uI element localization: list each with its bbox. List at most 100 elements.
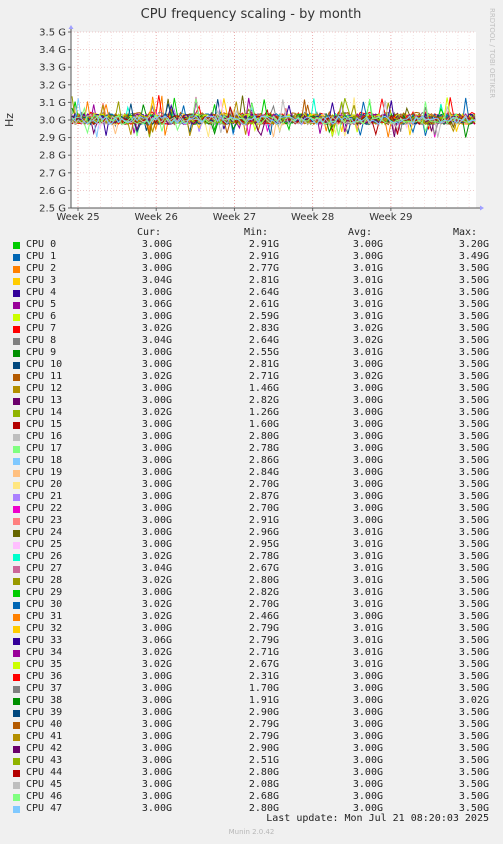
legend-min-value: 2.79G	[248, 731, 279, 742]
legend-max-value: 3.50G	[458, 443, 489, 454]
legend-min-value: 2.51G	[248, 755, 279, 766]
legend-min-value: 2.84G	[248, 467, 279, 478]
legend-cur-value: 3.02G	[141, 599, 172, 610]
legend-row: CPU 34 3.02G 2.71G 3.01G 3.50G	[0, 647, 503, 659]
legend-min-value: 2.82G	[248, 395, 279, 406]
legend-row: CPU 13 3.00G 2.82G 3.00G 3.50G	[0, 395, 503, 407]
legend-cur-value: 3.00G	[141, 707, 172, 718]
legend-avg-value: 3.01G	[352, 539, 383, 550]
legend-row: CPU 33 3.06G 2.79G 3.01G 3.50G	[0, 635, 503, 647]
legend-series-name: CPU 25	[26, 539, 63, 550]
legend-swatch	[13, 266, 20, 273]
legend-cur-value: 3.02G	[141, 575, 172, 586]
legend-max-value: 3.50G	[458, 623, 489, 634]
legend-max-value: 3.50G	[458, 539, 489, 550]
y-tick-label: 2.6 G	[39, 186, 66, 197]
y-axis-arrow	[68, 25, 74, 29]
legend-series-name: CPU 34	[26, 647, 63, 658]
legend-row: CPU 41 3.00G 2.79G 3.00G 3.50G	[0, 731, 503, 743]
legend-avg-value: 3.01G	[352, 551, 383, 562]
legend-avg-value: 3.01G	[352, 287, 383, 298]
legend-swatch	[13, 362, 20, 369]
legend-series-name: CPU 22	[26, 503, 63, 514]
legend-min-value: 2.79G	[248, 623, 279, 634]
legend-series-name: CPU 11	[26, 371, 63, 382]
legend-min-value: 2.61G	[248, 299, 279, 310]
legend-cur-value: 3.02G	[141, 551, 172, 562]
legend-min-value: 2.46G	[248, 611, 279, 622]
legend-swatch	[13, 554, 20, 561]
legend-max-value: 3.50G	[458, 551, 489, 562]
legend-min-value: 2.59G	[248, 311, 279, 322]
legend-series-name: CPU 28	[26, 575, 63, 586]
legend-swatch	[13, 470, 20, 477]
legend-swatch	[13, 614, 20, 621]
legend-series-name: CPU 7	[26, 323, 57, 334]
legend-series-name: CPU 19	[26, 467, 63, 478]
legend-cur-value: 3.00G	[141, 395, 172, 406]
legend-avg-value: 3.00G	[352, 479, 383, 490]
legend-cur-value: 3.00G	[141, 347, 172, 358]
legend-row: CPU 12 3.00G 1.46G 3.00G 3.50G	[0, 383, 503, 395]
legend-min-value: 2.71G	[248, 647, 279, 658]
legend-cur-value: 3.00G	[141, 239, 172, 250]
legend-min-value: 2.55G	[248, 347, 279, 358]
legend-cur-value: 3.00G	[141, 263, 172, 274]
legend-swatch	[13, 770, 20, 777]
legend-series-name: CPU 44	[26, 767, 63, 778]
legend-min-value: 1.60G	[248, 419, 279, 430]
legend-row: CPU 27 3.04G 2.67G 3.01G 3.50G	[0, 563, 503, 575]
legend-avg-value: 3.00G	[352, 683, 383, 694]
legend-max-value: 3.50G	[458, 755, 489, 766]
legend-row: CPU 15 3.00G 1.60G 3.00G 3.50G	[0, 419, 503, 431]
x-axis-arrow	[480, 205, 484, 211]
legend-cur-value: 3.00G	[141, 503, 172, 514]
legend-cur-value: 3.00G	[141, 743, 172, 754]
legend-swatch	[13, 758, 20, 765]
legend-series-name: CPU 43	[26, 755, 63, 766]
legend-series-name: CPU 46	[26, 791, 63, 802]
legend-row: CPU 4 3.00G 2.64G 3.01G 3.50G	[0, 287, 503, 299]
legend-cur-value: 3.00G	[141, 311, 172, 322]
legend-series-name: CPU 24	[26, 527, 63, 538]
legend-cur-value: 3.00G	[141, 383, 172, 394]
legend-series-name: CPU 33	[26, 635, 63, 646]
legend-max-value: 3.50G	[458, 371, 489, 382]
legend-avg-value: 3.00G	[352, 419, 383, 430]
legend-cur-value: 3.00G	[141, 419, 172, 430]
legend-swatch	[13, 602, 20, 609]
legend-header-avg: Avg:	[348, 227, 373, 238]
legend-min-value: 2.68G	[248, 791, 279, 802]
legend-series-name: CPU 6	[26, 311, 57, 322]
legend-series-name: CPU 10	[26, 359, 63, 370]
legend-row: CPU 2 3.00G 2.77G 3.01G 3.50G	[0, 263, 503, 275]
legend-avg-value: 3.01G	[352, 575, 383, 586]
legend-min-value: 2.91G	[248, 251, 279, 262]
legend-min-value: 2.86G	[248, 455, 279, 466]
y-tick-label: 3.3 G	[39, 63, 66, 74]
legend-min-value: 2.79G	[248, 719, 279, 730]
legend-max-value: 3.50G	[458, 383, 489, 394]
legend-avg-value: 3.00G	[352, 491, 383, 502]
legend-avg-value: 3.00G	[352, 359, 383, 370]
legend-swatch	[13, 458, 20, 465]
legend-swatch	[13, 698, 20, 705]
cpu-frequency-chart: CPU frequency scaling - by month Hz RRDT…	[3, 7, 496, 222]
legend-max-value: 3.50G	[458, 731, 489, 742]
legend-cur-value: 3.02G	[141, 611, 172, 622]
legend-max-value: 3.50G	[458, 275, 489, 286]
legend-swatch	[13, 506, 20, 513]
legend-avg-value: 3.00G	[352, 755, 383, 766]
legend-avg-value: 3.00G	[352, 503, 383, 514]
legend-series-name: CPU 27	[26, 563, 63, 574]
legend-max-value: 3.50G	[458, 575, 489, 586]
legend-row: CPU 5 3.06G 2.61G 3.01G 3.50G	[0, 299, 503, 311]
legend-min-value: 2.70G	[248, 503, 279, 514]
legend-cur-value: 3.00G	[141, 527, 172, 538]
legend-series-name: CPU 14	[26, 407, 63, 418]
legend-cur-value: 3.00G	[141, 359, 172, 370]
legend-cur-value: 3.06G	[141, 299, 172, 310]
legend-swatch	[13, 494, 20, 501]
legend-row: CPU 35 3.02G 2.67G 3.01G 3.50G	[0, 659, 503, 671]
legend-cur-value: 3.00G	[141, 695, 172, 706]
